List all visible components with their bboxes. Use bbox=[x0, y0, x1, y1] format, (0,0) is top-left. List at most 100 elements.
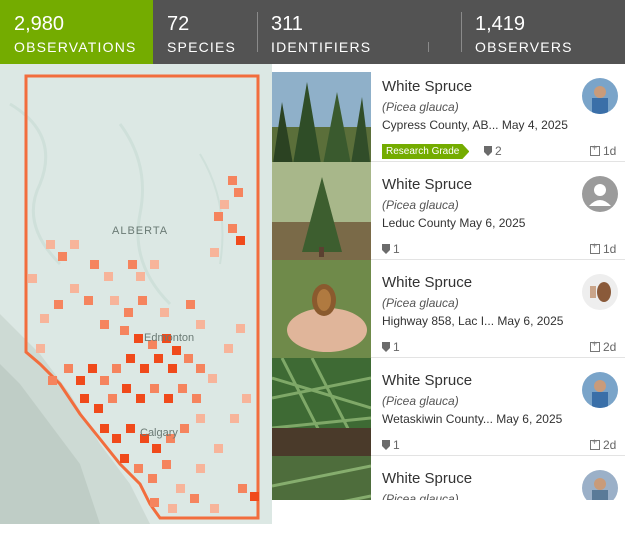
heatmap-cell bbox=[122, 384, 131, 393]
heatmap-cell bbox=[214, 444, 223, 453]
place-and-date: Highway 858, Lac I... May 6, 2025 bbox=[382, 314, 564, 328]
observation-photo[interactable] bbox=[272, 162, 371, 260]
identification-count: 1 bbox=[382, 340, 400, 354]
map-label-calgary: Calgary bbox=[140, 427, 178, 439]
heatmap-cell bbox=[242, 394, 251, 403]
heatmap-cell bbox=[126, 424, 135, 433]
species-common-name[interactable]: White Spruce bbox=[382, 78, 472, 95]
heatmap-cell bbox=[120, 454, 129, 463]
heatmap-cell bbox=[210, 248, 219, 257]
id-shield-icon bbox=[382, 244, 390, 254]
heatmap-cell bbox=[152, 444, 161, 453]
heatmap-cell bbox=[224, 344, 233, 353]
default-user-icon[interactable] bbox=[582, 176, 618, 212]
age-value: 1d bbox=[603, 242, 617, 256]
heatmap-cell bbox=[138, 296, 147, 305]
heatmap-cell bbox=[112, 364, 121, 373]
identification-count: 2 bbox=[484, 144, 502, 158]
heatmap-cell bbox=[126, 354, 135, 363]
species-scientific-name: (Picea glauca) bbox=[382, 394, 459, 408]
heatmap-cell bbox=[28, 274, 37, 283]
stat-observers[interactable]: 1,419 OBSERVERS bbox=[461, 0, 625, 64]
user-avatar[interactable] bbox=[582, 274, 618, 310]
observation-photo[interactable] bbox=[272, 456, 371, 500]
heatmap-cell bbox=[90, 260, 99, 269]
heatmap-cell bbox=[128, 260, 137, 269]
heatmap-cell bbox=[230, 414, 239, 423]
stat-label: IDENTIFIERS bbox=[271, 39, 372, 55]
heatmap-cell bbox=[104, 272, 113, 281]
observation-age: 2d bbox=[590, 437, 616, 452]
species-common-name[interactable]: White Spruce bbox=[382, 372, 472, 389]
stat-observations[interactable]: 2,980 OBSERVATIONS bbox=[0, 0, 153, 64]
heatmap-cell bbox=[150, 384, 159, 393]
observation-card[interactable]: White Spruce (Picea glauca) Wetaskiwin C… bbox=[272, 358, 625, 456]
heatmap-cell bbox=[234, 188, 243, 197]
heatmap-cell bbox=[150, 260, 159, 269]
map-label-province: ALBERTA bbox=[112, 225, 168, 237]
heatmap-cell bbox=[76, 376, 85, 385]
heatmap-cell bbox=[168, 364, 177, 373]
species-common-name[interactable]: White Spruce bbox=[382, 176, 472, 193]
heatmap-cell bbox=[184, 354, 193, 363]
id-shield-icon bbox=[382, 440, 390, 450]
heatmap-cell bbox=[64, 364, 73, 373]
species-scientific-name: (Picea glauca) bbox=[382, 296, 459, 310]
heatmap-cell bbox=[120, 326, 129, 335]
heatmap-cell bbox=[94, 404, 103, 413]
observation-card[interactable]: White Spruce (Picea glauca) Cypress Coun… bbox=[272, 64, 625, 170]
species-common-name[interactable]: White Spruce bbox=[382, 274, 472, 291]
heatmap-cell bbox=[236, 324, 245, 333]
id-shield-icon bbox=[382, 342, 390, 352]
heatmap-cell bbox=[110, 296, 119, 305]
heatmap-cell bbox=[228, 176, 237, 185]
heatmap-cell bbox=[80, 394, 89, 403]
stat-count: 2,980 bbox=[14, 13, 65, 35]
user-avatar[interactable] bbox=[582, 470, 618, 500]
observation-age: 1d bbox=[590, 143, 617, 158]
heatmap-cell bbox=[36, 344, 45, 353]
age-value: 1d bbox=[603, 144, 617, 158]
heatmap-cell bbox=[136, 394, 145, 403]
observation-card[interactable]: White Spruce (Picea glauca) Leduc County… bbox=[272, 162, 625, 260]
observation-photo[interactable] bbox=[272, 260, 371, 358]
stat-label: SPECIES bbox=[167, 39, 237, 55]
heatmap-cell bbox=[148, 474, 157, 483]
heatmap-cell bbox=[168, 504, 177, 513]
stat-label: OBSERVATIONS bbox=[14, 39, 137, 55]
heatmap-cell bbox=[112, 434, 121, 443]
heatmap-cell bbox=[100, 376, 109, 385]
observation-card[interactable]: White Spruce (Picea glauca) Highway 858,… bbox=[272, 260, 625, 358]
observation-map[interactable]: ALBERTA Edmonton Calgary bbox=[0, 64, 272, 524]
id-count-value: 1 bbox=[393, 340, 400, 354]
heatmap-cell bbox=[40, 314, 49, 323]
observation-card[interactable]: White Spruce (Picea glauca) bbox=[272, 456, 625, 500]
observation-photo[interactable] bbox=[272, 358, 371, 456]
species-scientific-name: (Picea glauca) bbox=[382, 198, 459, 212]
observation-photo[interactable] bbox=[272, 72, 371, 170]
stat-count: 1,419 bbox=[475, 13, 526, 35]
heatmap-cell bbox=[190, 494, 199, 503]
identification-count: 1 bbox=[382, 438, 400, 452]
heatmap-cell bbox=[140, 364, 149, 373]
heatmap-cell bbox=[164, 394, 173, 403]
heatmap-cell bbox=[214, 212, 223, 221]
heatmap-cell bbox=[192, 394, 201, 403]
stat-identifiers[interactable]: 311 IDENTIFIERS bbox=[257, 0, 461, 64]
heatmap-cell bbox=[210, 504, 219, 513]
user-avatar[interactable] bbox=[582, 78, 618, 114]
id-shield-icon bbox=[484, 146, 492, 156]
heatmap-cell bbox=[134, 334, 143, 343]
heatmap-cell bbox=[196, 320, 205, 329]
user-avatar[interactable] bbox=[582, 372, 618, 408]
map-label-edmonton: Edmonton bbox=[144, 332, 194, 344]
species-common-name[interactable]: White Spruce bbox=[382, 470, 472, 487]
heatmap-cell bbox=[162, 460, 171, 469]
heatmap-cell bbox=[154, 354, 163, 363]
heatmap-cell bbox=[100, 424, 109, 433]
heatmap-cell bbox=[58, 252, 67, 261]
id-count-value: 1 bbox=[393, 438, 400, 452]
stat-count: 72 bbox=[167, 13, 190, 35]
heatmap-cell bbox=[176, 484, 185, 493]
stat-species[interactable]: 72 SPECIES bbox=[153, 0, 257, 64]
